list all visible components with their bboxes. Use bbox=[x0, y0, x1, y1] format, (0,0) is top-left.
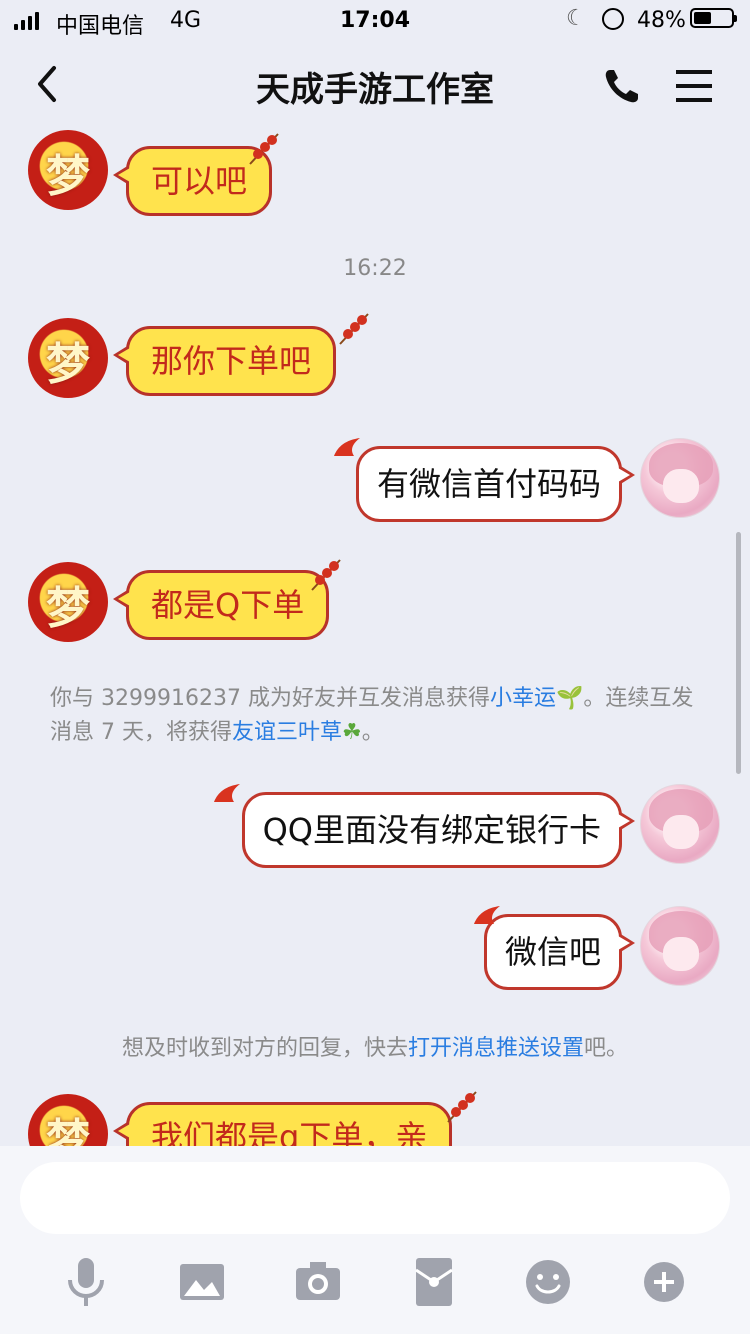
chat-area[interactable]: 梦 可以吧 16:22 梦 那你下单吧 有微信首付码码 梦 都是Q下单 你与 3… bbox=[0, 128, 750, 1146]
skewer-decoration-icon bbox=[447, 1091, 477, 1123]
clover-link[interactable]: 友谊三叶草 bbox=[232, 720, 342, 745]
skewer-decoration-icon bbox=[249, 133, 279, 165]
red-packet-icon[interactable] bbox=[404, 1252, 464, 1312]
message-bubble[interactable]: 我们都是q下单，亲 bbox=[112, 1102, 453, 1146]
contact-avatar[interactable]: 梦 bbox=[28, 130, 108, 210]
my-avatar[interactable] bbox=[640, 438, 720, 518]
clover-icon: ☘ bbox=[342, 720, 362, 745]
phone-icon[interactable] bbox=[600, 64, 644, 108]
emoji-icon[interactable] bbox=[518, 1252, 578, 1312]
flame-decoration-icon bbox=[214, 784, 240, 802]
note-text: 。 bbox=[361, 720, 384, 745]
message-input[interactable] bbox=[20, 1162, 730, 1234]
battery-percent: 48% bbox=[637, 8, 686, 33]
contact-avatar[interactable]: 梦 bbox=[28, 318, 108, 398]
microphone-icon[interactable] bbox=[56, 1252, 116, 1312]
rotation-lock-icon bbox=[602, 8, 624, 30]
note-text: 吧。 bbox=[584, 1036, 629, 1061]
friend-system-note: 你与 3299916237 成为好友并互发消息获得小幸运🌱。连续互发消息 7 天… bbox=[50, 682, 710, 750]
note-text: 你与 3299916237 成为好友并互发消息获得 bbox=[50, 686, 490, 711]
camera-icon[interactable] bbox=[288, 1252, 348, 1312]
menu-icon[interactable] bbox=[672, 66, 716, 106]
battery-icon bbox=[690, 8, 737, 28]
lucky-link[interactable]: 小幸运 bbox=[490, 686, 556, 711]
flame-decoration-icon bbox=[334, 438, 360, 456]
input-toolbar bbox=[0, 1252, 750, 1312]
image-icon[interactable] bbox=[172, 1252, 232, 1312]
push-settings-link[interactable]: 打开消息推送设置 bbox=[408, 1036, 584, 1061]
push-system-note: 想及时收到对方的回复，快去打开消息推送设置吧。 bbox=[0, 1030, 750, 1062]
message-bubble[interactable]: 有微信首付码码 bbox=[355, 446, 636, 522]
skewer-decoration-icon bbox=[311, 559, 341, 591]
message-bubble[interactable]: 微信吧 bbox=[483, 914, 636, 990]
message-timestamp: 16:22 bbox=[343, 256, 407, 281]
scrollbar[interactable] bbox=[736, 532, 741, 774]
contact-avatar[interactable]: 梦 bbox=[28, 562, 108, 642]
note-text: 想及时收到对方的回复，快去 bbox=[121, 1036, 408, 1061]
contact-avatar[interactable]: 梦 bbox=[28, 1094, 108, 1146]
nav-bar: 天成手游工作室 bbox=[0, 42, 750, 128]
message-bubble[interactable]: 那你下单吧 bbox=[112, 326, 337, 396]
sprout-icon: 🌱 bbox=[555, 686, 584, 711]
moon-icon: ☾ bbox=[566, 6, 586, 31]
message-bubble[interactable]: QQ里面没有绑定银行卡 bbox=[241, 792, 636, 868]
plus-icon[interactable] bbox=[634, 1252, 694, 1312]
flame-decoration-icon bbox=[474, 906, 500, 924]
my-avatar[interactable] bbox=[640, 906, 720, 986]
status-bar: 中国电信 4G 17:04 ☾ 48% bbox=[0, 0, 750, 42]
my-avatar[interactable] bbox=[640, 784, 720, 864]
skewer-decoration-icon bbox=[339, 313, 369, 345]
message-bubble[interactable]: 都是Q下单 bbox=[112, 570, 330, 640]
